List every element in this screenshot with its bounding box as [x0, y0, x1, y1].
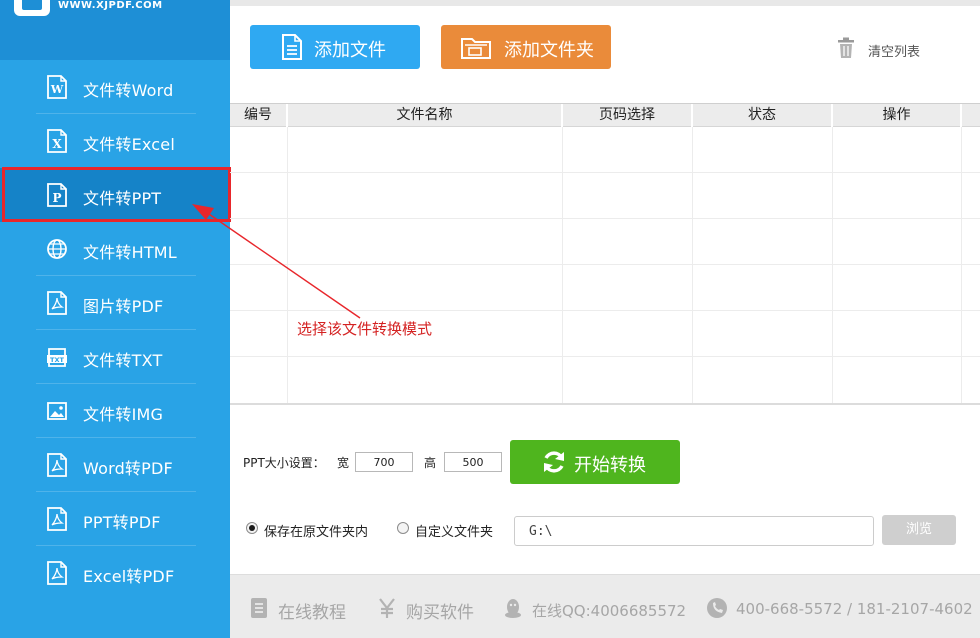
book-icon [251, 598, 267, 618]
sidebar-item-file-to-word[interactable]: W 文件转Word [36, 60, 196, 114]
start-convert-button[interactable]: 开始转换 [510, 440, 680, 484]
top-divider [230, 0, 980, 6]
sidebar-item-label: PPT转PDF [83, 513, 161, 532]
sidebar-item-ppt-to-pdf[interactable]: PPT转PDF [36, 492, 196, 546]
sidebar-item-image-to-pdf[interactable]: 图片转PDF [36, 276, 196, 330]
sidebar-item-label: 文件转Word [83, 81, 174, 100]
online-tutorial-label: 在线教程 [278, 603, 346, 623]
logo-bar: WWW.XJPDF.COM [0, 0, 230, 60]
sidebar-item-label: Excel转PDF [83, 567, 175, 586]
add-file-button[interactable]: 添加文件 [250, 25, 420, 69]
pdf-doc-icon [47, 291, 67, 315]
logo-icon [14, 0, 50, 16]
file-table: 编号 文件名称 页码选择 状态 操作 [230, 103, 980, 403]
output-path-input[interactable] [514, 516, 874, 546]
height-input[interactable] [444, 452, 502, 472]
buy-software-label: 购买软件 [406, 603, 474, 623]
add-folder-label: 添加文件夹 [504, 40, 594, 61]
column-divider [832, 127, 833, 403]
annotation-text: 选择该文件转换模式 [297, 320, 433, 338]
refresh-icon [544, 451, 564, 473]
column-header-file-name[interactable]: 文件名称 [288, 104, 563, 127]
height-label: 高 [424, 456, 437, 470]
word-doc-icon: W [47, 75, 67, 99]
sidebar-item-file-to-txt[interactable]: TXT 文件转TXT [36, 330, 196, 384]
column-header-number[interactable]: 编号 [230, 104, 288, 127]
qq-penguin-icon [505, 599, 521, 618]
sidebar-item-label: 图片转PDF [83, 297, 164, 316]
sidebar-item-file-to-img[interactable]: 文件转IMG [36, 384, 196, 438]
save-original-radio[interactable] [246, 522, 258, 534]
start-convert-label: 开始转换 [574, 455, 646, 476]
table-header: 编号 文件名称 页码选择 状态 操作 [230, 103, 980, 127]
row-divider [230, 310, 980, 311]
browse-button[interactable]: 浏览 [882, 515, 956, 545]
sidebar-item-label: 文件转HTML [83, 243, 177, 262]
sidebar-item-label: Word转PDF [83, 459, 173, 478]
sidebar-item-label: 文件转Excel [83, 135, 175, 154]
column-divider [692, 127, 693, 403]
image-icon [47, 402, 67, 420]
phone-icon [707, 598, 727, 618]
logo-url: WWW.XJPDF.COM [58, 0, 163, 11]
column-divider [287, 127, 288, 403]
table-bottom-border [230, 403, 980, 405]
pdf-doc-icon [47, 507, 67, 531]
ppt-size-label: PPT大小设置： [243, 456, 325, 470]
folder-icon [461, 38, 491, 59]
selected-item-highlight-box [2, 167, 231, 222]
pdf-doc-icon [47, 453, 67, 477]
row-divider [230, 356, 980, 357]
yen-icon [379, 598, 395, 618]
svg-text:TXT: TXT [50, 356, 64, 364]
footer: 在线教程 购买软件 在线QQ:4006685572 400-668-5572 /… [230, 574, 980, 638]
sidebar-item-label: 文件转TXT [83, 351, 163, 370]
trash-icon [838, 37, 854, 58]
custom-folder-radio[interactable] [397, 522, 409, 534]
svg-text:X: X [52, 137, 62, 151]
row-divider [230, 172, 980, 173]
document-icon [282, 34, 302, 60]
clear-list-button[interactable]: 清空列表 [836, 37, 936, 61]
column-divider [562, 127, 563, 403]
clear-list-label: 清空列表 [868, 45, 921, 60]
pdf-doc-icon [47, 561, 67, 585]
sidebar-item-word-to-pdf[interactable]: Word转PDF [36, 438, 196, 492]
add-folder-button[interactable]: 添加文件夹 [441, 25, 611, 69]
custom-folder-label[interactable]: 自定义文件夹 [415, 521, 493, 540]
column-header-action[interactable]: 操作 [833, 104, 962, 127]
online-qq-label: 在线QQ:4006685572 [532, 602, 687, 620]
sidebar-item-file-to-html[interactable]: 文件转HTML [36, 222, 196, 276]
row-divider [230, 218, 980, 219]
column-divider [961, 127, 962, 403]
column-header-page-selection[interactable]: 页码选择 [563, 104, 693, 127]
sidebar-item-excel-to-pdf[interactable]: Excel转PDF [36, 546, 196, 600]
txt-icon: TXT [47, 348, 67, 367]
column-header-status[interactable]: 状态 [693, 104, 833, 127]
save-original-label[interactable]: 保存在原文件夹内 [264, 521, 368, 540]
sidebar-item-file-to-excel[interactable]: X 文件转Excel [36, 114, 196, 168]
row-divider [230, 264, 980, 265]
width-label: 宽 [337, 456, 350, 470]
globe-icon [47, 239, 67, 259]
add-file-label: 添加文件 [314, 40, 386, 61]
width-input[interactable] [355, 452, 413, 472]
phone-label: 400-668-5572 / 181-2107-4602 [736, 600, 973, 618]
sidebar-item-label: 文件转IMG [83, 405, 164, 424]
excel-doc-icon: X [47, 129, 67, 153]
svg-text:W: W [50, 83, 64, 96]
